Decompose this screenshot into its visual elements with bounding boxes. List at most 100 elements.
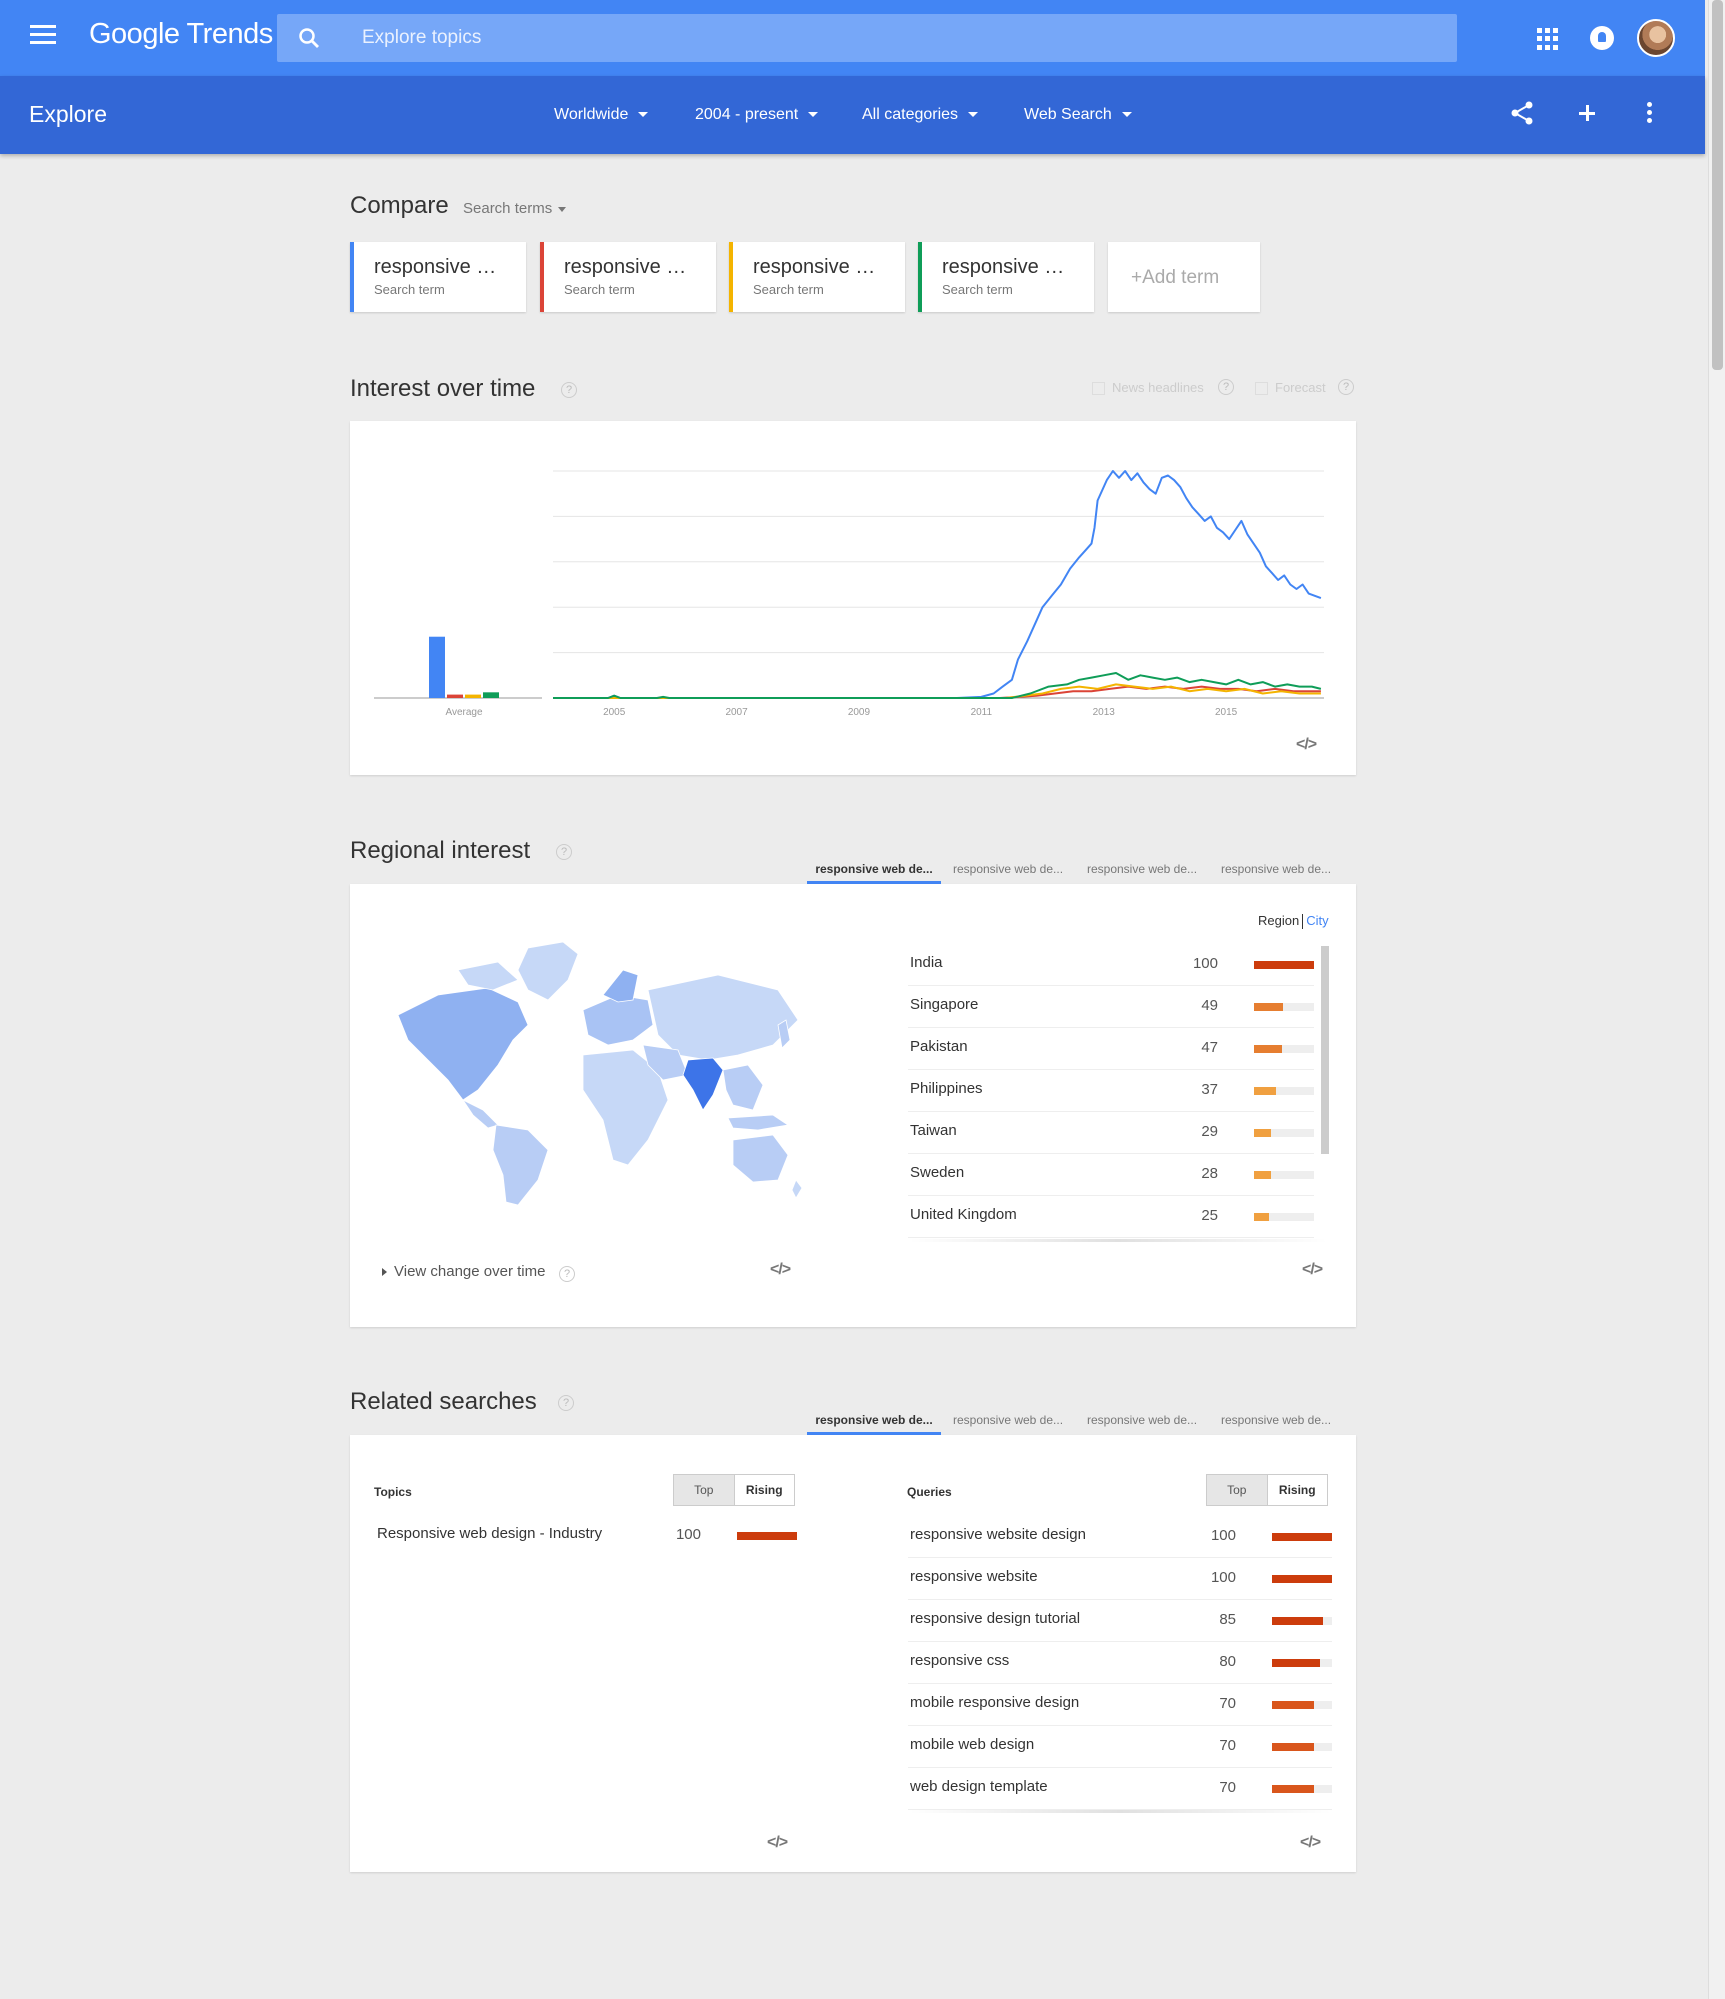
query-bar-track — [1272, 1617, 1332, 1625]
ranking-scrollbar[interactable] — [1321, 946, 1329, 1154]
regional-tab-1[interactable]: responsive web de... — [807, 852, 941, 884]
region-row[interactable]: Taiwan 29 — [908, 1112, 1314, 1154]
help-icon[interactable]: ? — [561, 382, 577, 398]
term-card-3[interactable]: responsive web design Search term — [729, 242, 905, 312]
notifications-icon[interactable] — [1590, 26, 1614, 50]
add-icon[interactable] — [1576, 102, 1598, 124]
query-value: 100 — [1210, 1569, 1236, 1586]
region-name: Sweden — [910, 1164, 965, 1181]
term-card-2[interactable]: responsive web design Search term — [540, 242, 716, 312]
search-type-filter[interactable]: Web Search — [1024, 106, 1132, 124]
region-city-toggle[interactable]: Region City — [1258, 913, 1329, 930]
query-row[interactable]: web design template 70 — [908, 1768, 1332, 1810]
query-row[interactable]: mobile web design 70 — [908, 1726, 1332, 1768]
help-icon[interactable]: ? — [556, 844, 572, 860]
x-tick-label: 2011 — [971, 707, 993, 718]
regional-tab-2[interactable]: responsive web de... — [941, 852, 1075, 884]
queries-embed-code-icon[interactable]: </> — [1300, 1834, 1321, 1852]
region-row[interactable]: Pakistan 47 — [908, 1028, 1314, 1070]
topics-rising-button[interactable]: Rising — [735, 1475, 795, 1505]
related-tab-3[interactable]: responsive web de... — [1075, 1403, 1209, 1435]
topic-value: 100 — [675, 1526, 701, 1543]
search-box[interactable] — [277, 14, 1457, 62]
region-row[interactable]: United Kingdom 25 — [908, 1196, 1314, 1238]
query-row[interactable]: responsive website 100 — [908, 1558, 1332, 1600]
term-type: Search term — [753, 282, 824, 297]
query-bar-track — [1272, 1575, 1332, 1583]
query-name: responsive design tutorial — [910, 1610, 1081, 1627]
query-name: mobile web design — [910, 1736, 1035, 1753]
page-title: Explore — [29, 101, 107, 127]
account-avatar[interactable] — [1637, 19, 1675, 57]
help-icon[interactable]: ? — [558, 1395, 574, 1411]
apps-grid-icon[interactable] — [1537, 28, 1559, 50]
search-input[interactable] — [362, 22, 1362, 54]
map-asia — [647, 974, 799, 1061]
interest-over-time-chart[interactable]: Average 2005 2007 2009 2011 2013 2015 — [350, 421, 1356, 721]
region-option[interactable]: Region — [1258, 913, 1299, 928]
embed-code-icon[interactable]: </> — [1296, 736, 1317, 754]
scrollbar-thumb[interactable] — [1712, 0, 1723, 370]
help-icon[interactable]: ? — [559, 1266, 575, 1282]
city-option[interactable]: City — [1306, 913, 1328, 928]
region-bar — [1254, 1129, 1272, 1137]
add-term-button[interactable]: +Add term — [1108, 242, 1260, 312]
series-line[interactable] — [553, 672, 1322, 699]
query-row[interactable]: responsive css 80 — [908, 1642, 1332, 1684]
queries-top-button[interactable]: Top — [1207, 1475, 1268, 1505]
help-icon[interactable]: ? — [1218, 379, 1234, 395]
regional-tab-4[interactable]: responsive web de... — [1209, 852, 1343, 884]
compare-type-dropdown[interactable]: Search terms — [463, 200, 567, 217]
world-map[interactable] — [378, 940, 803, 1210]
query-row[interactable]: responsive design tutorial 85 — [908, 1600, 1332, 1642]
query-value: 80 — [1219, 1653, 1236, 1670]
query-bar-track — [1272, 1785, 1332, 1793]
average-label: Average — [445, 707, 483, 718]
more-vert-icon[interactable] — [1647, 102, 1653, 124]
query-name: responsive css — [910, 1652, 1010, 1669]
location-filter[interactable]: Worldwide — [554, 106, 649, 124]
news-headlines-checkbox[interactable]: News headlines — [1092, 380, 1204, 396]
topics-embed-code-icon[interactable]: </> — [767, 1834, 788, 1852]
topics-top-button[interactable]: Top — [674, 1475, 735, 1505]
help-icon[interactable]: ? — [1338, 379, 1354, 395]
forecast-label: Forecast — [1275, 380, 1326, 395]
search-icon[interactable] — [297, 26, 321, 50]
hamburger-menu-icon[interactable] — [30, 25, 56, 47]
query-row[interactable]: responsive website design 100 — [908, 1516, 1332, 1558]
view-change-over-time-toggle[interactable]: View change over time — [382, 1263, 545, 1280]
region-row[interactable]: Sweden 28 — [908, 1154, 1314, 1196]
series-line[interactable] — [553, 470, 1322, 699]
region-row[interactable]: Philippines 37 — [908, 1070, 1314, 1112]
query-value: 70 — [1219, 1737, 1236, 1754]
ranking-embed-code-icon[interactable]: </> — [1302, 1261, 1323, 1279]
region-row[interactable]: Singapore 49 — [908, 986, 1314, 1028]
region-name: India — [910, 954, 943, 971]
topic-row[interactable]: Responsive web design - Industry 100 — [375, 1515, 797, 1557]
region-row[interactable]: India 100 — [908, 944, 1314, 986]
google-trends-logo[interactable]: Google Trends — [89, 18, 273, 51]
regional-tab-3[interactable]: responsive web de... — [1075, 852, 1209, 884]
query-bar-track — [1272, 1659, 1332, 1667]
term-label: responsive web design — [753, 256, 888, 278]
term-card-1[interactable]: responsive web design Search term — [350, 242, 526, 312]
region-bar — [1254, 1171, 1271, 1179]
time-range-filter[interactable]: 2004 - present — [695, 106, 819, 124]
term-type: Search term — [564, 282, 635, 297]
view-change-label: View change over time — [394, 1263, 546, 1280]
queries-top-rising-toggle: Top Rising — [1206, 1474, 1328, 1506]
related-tab-4[interactable]: responsive web de... — [1209, 1403, 1343, 1435]
forecast-checkbox[interactable]: Forecast — [1255, 380, 1326, 396]
page-scrollbar[interactable] — [1708, 0, 1725, 1999]
term-card-4[interactable]: responsive web design Search term — [918, 242, 1094, 312]
category-filter[interactable]: All categories — [862, 106, 979, 124]
related-tab-1[interactable]: responsive web de... — [807, 1403, 941, 1435]
share-icon[interactable] — [1509, 100, 1535, 126]
related-tab-2[interactable]: responsive web de... — [941, 1403, 1075, 1435]
list-fade-divider — [908, 1239, 1328, 1242]
map-embed-code-icon[interactable]: </> — [770, 1261, 791, 1279]
x-tick-label: 2007 — [725, 707, 748, 718]
queries-rising-button[interactable]: Rising — [1268, 1475, 1328, 1505]
topic-bar — [737, 1532, 797, 1540]
query-row[interactable]: mobile responsive design 70 — [908, 1684, 1332, 1726]
